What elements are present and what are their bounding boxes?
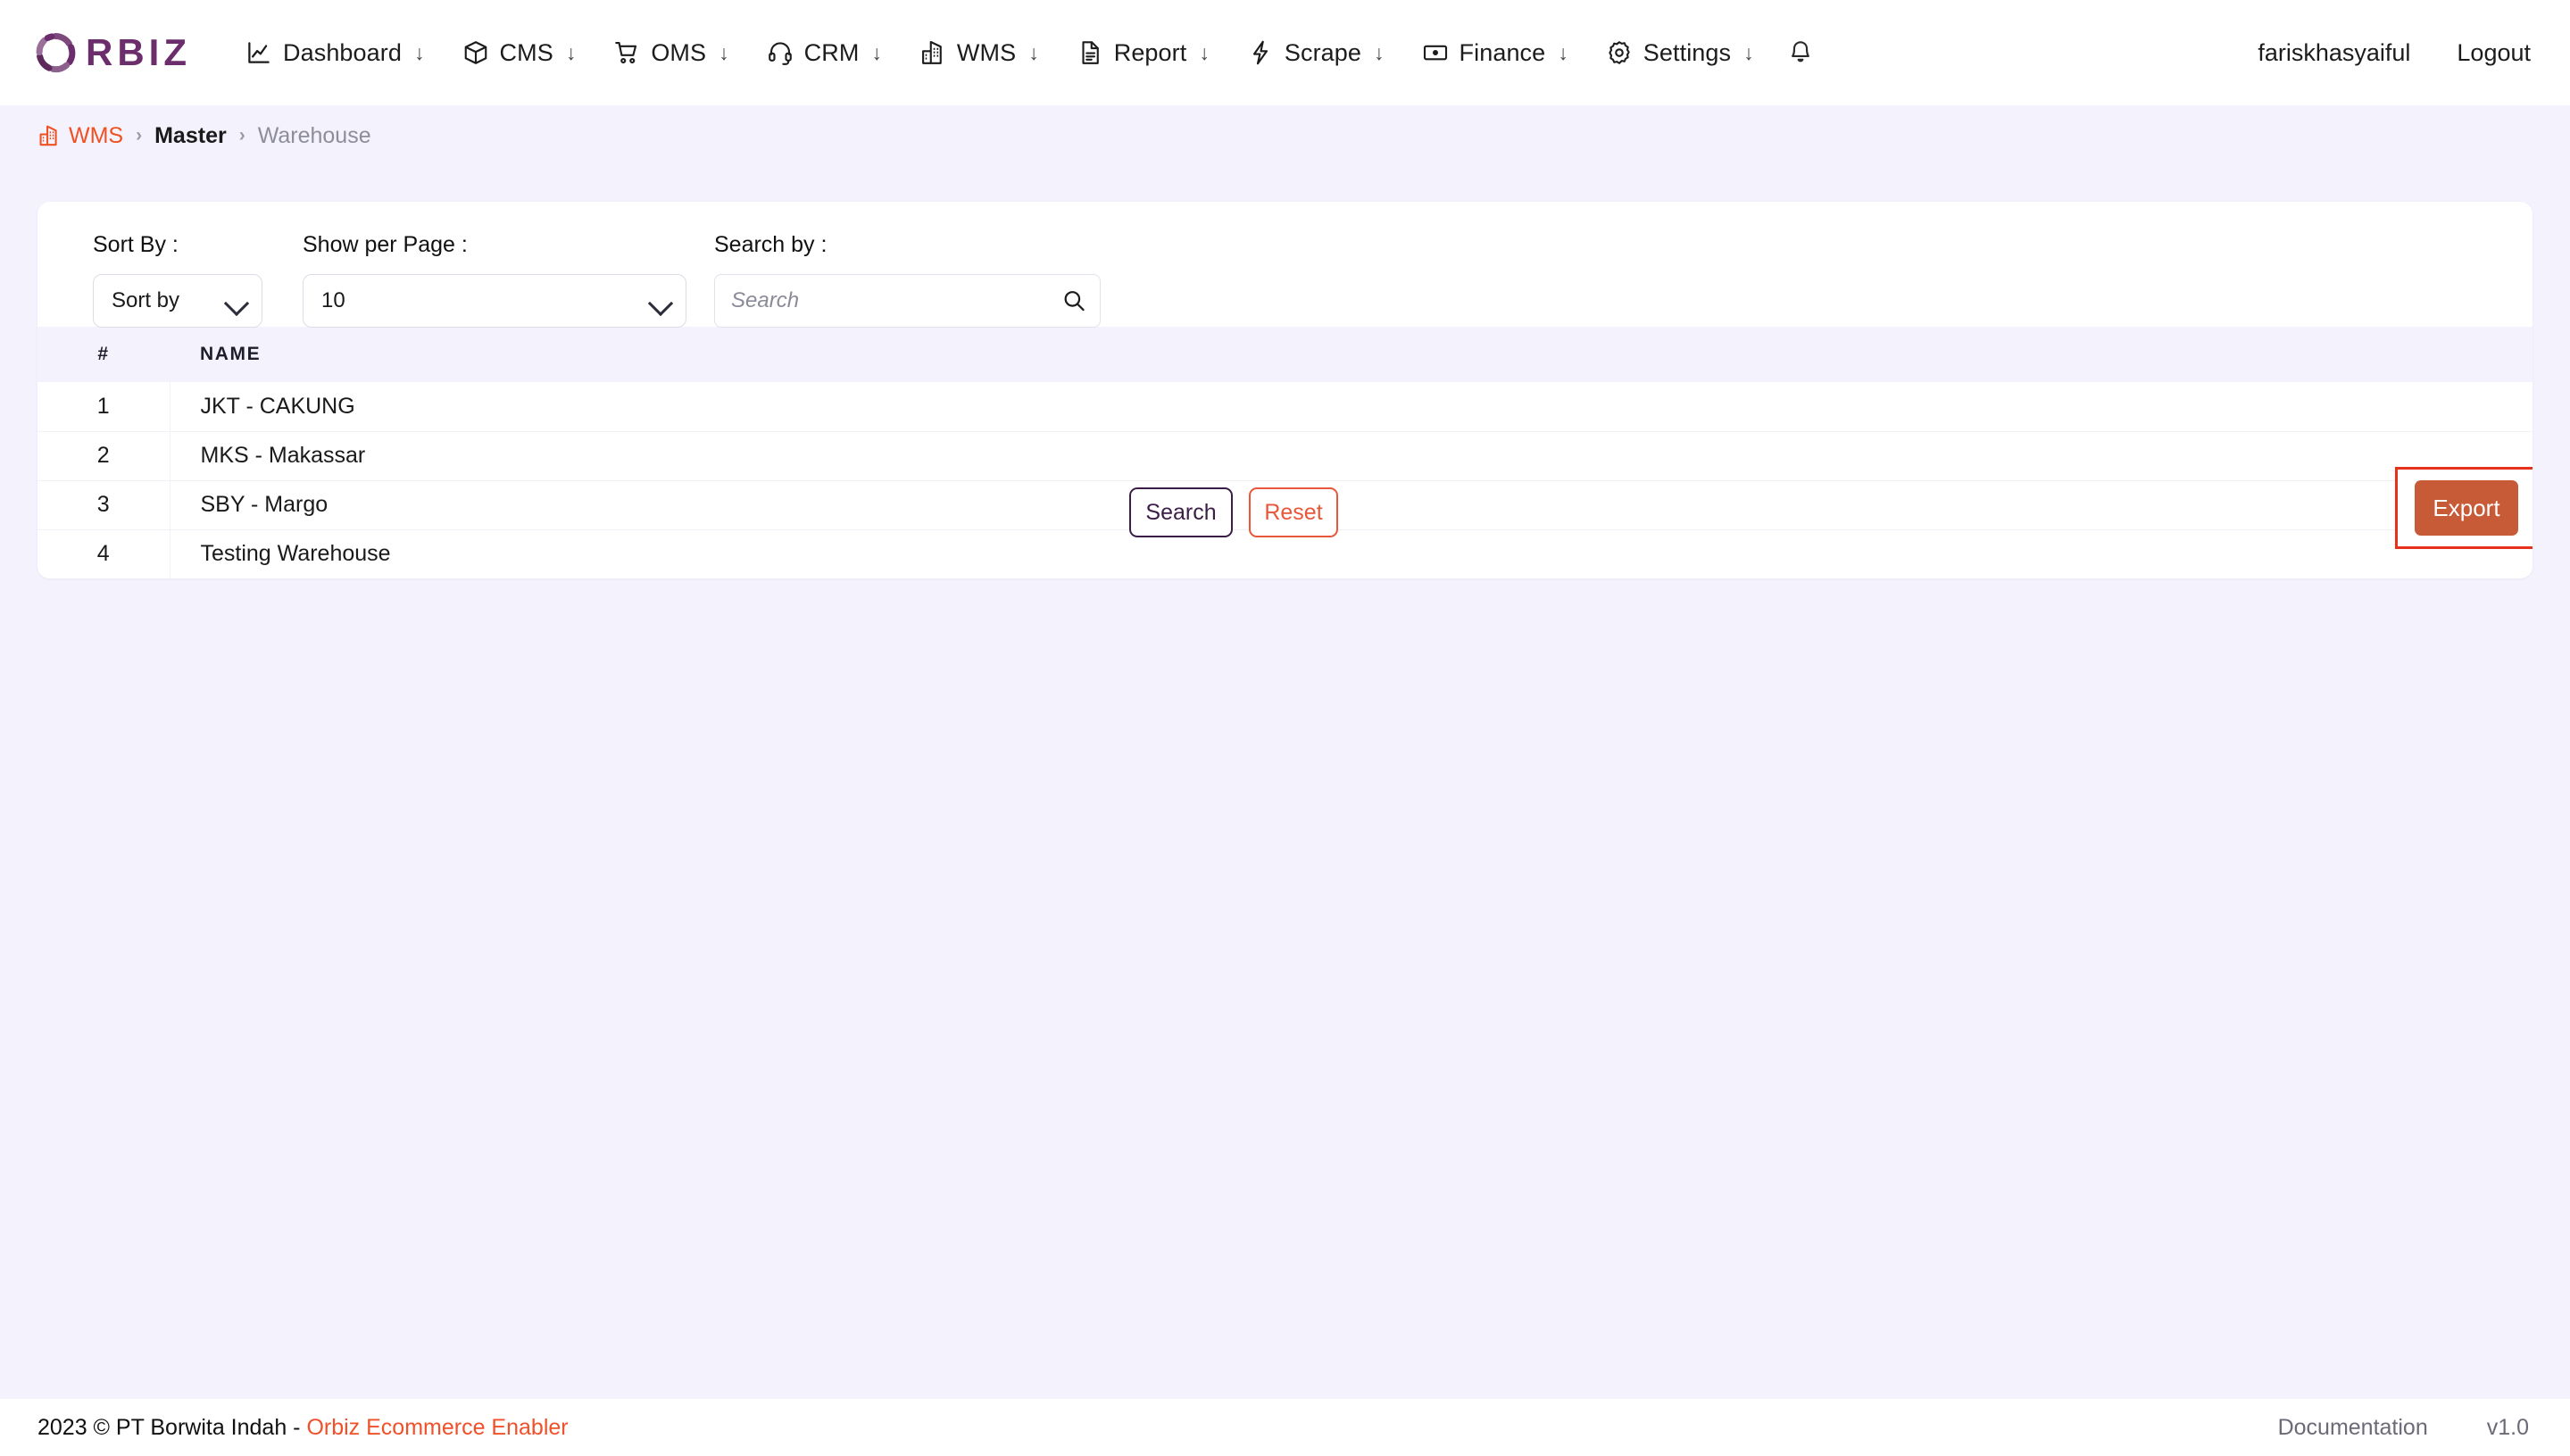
nav-item-crm[interactable]: CRM ↓ bbox=[748, 26, 901, 79]
chevron-down-icon: ↓ bbox=[1558, 40, 1568, 64]
search-input[interactable] bbox=[714, 274, 1101, 328]
nav-label: Settings bbox=[1643, 38, 1732, 66]
table-row[interactable]: 1 JKT - CAKUNG bbox=[37, 382, 2533, 432]
nav-items-container: Dashboard ↓ CMS ↓ OMS ↓ CRM ↓ WMS ↓ Repo… bbox=[227, 26, 2234, 79]
notifications-button[interactable] bbox=[1773, 39, 1828, 66]
show-per-page-select[interactable]: 10 bbox=[303, 274, 686, 328]
chevron-down-icon bbox=[647, 290, 674, 317]
nav-item-settings[interactable]: Settings ↓ bbox=[1587, 26, 1773, 79]
chevron-down-icon: ↓ bbox=[1028, 40, 1039, 64]
brand-logo[interactable]: RBIZ bbox=[34, 31, 191, 74]
show-per-page-group: Show per Page : 10 bbox=[303, 232, 686, 328]
cell-name: JKT - CAKUNG bbox=[170, 382, 2533, 432]
show-per-page-label: Show per Page : bbox=[303, 232, 468, 257]
breadcrumb-item-master[interactable]: Master bbox=[154, 123, 227, 149]
orbiz-ring-logo-icon bbox=[36, 33, 76, 73]
breadcrumb-separator: › bbox=[238, 125, 245, 146]
package-box-icon bbox=[464, 41, 487, 64]
cell-number: 2 bbox=[37, 431, 171, 481]
cell-name: Testing Warehouse bbox=[170, 529, 2533, 578]
filter-toolbar: Sort By : Sort by Show per Page : 10 Sea… bbox=[37, 202, 2533, 549]
search-by-group: Search by : bbox=[714, 232, 1101, 328]
footer-documentation-link[interactable]: Documentation bbox=[2278, 1415, 2428, 1441]
warehouse-table: # NAME 1 JKT - CAKUNG 2 MKS - Makassar 3… bbox=[37, 327, 2533, 578]
page-footer: 2023 © PT Borwita Indah - Orbiz Ecommerc… bbox=[0, 1399, 2570, 1456]
nav-label: OMS bbox=[651, 38, 707, 66]
reset-button[interactable]: Reset bbox=[1249, 487, 1338, 537]
footer-right-group: Documentation v1.0 bbox=[2278, 1415, 2529, 1441]
chevron-down-icon: ↓ bbox=[719, 40, 729, 64]
footer-version: v1.0 bbox=[2486, 1414, 2529, 1440]
user-account-menu[interactable]: fariskhasyaiful bbox=[2234, 39, 2433, 67]
cell-number: 4 bbox=[37, 529, 171, 578]
warehouse-buildings-icon bbox=[39, 125, 57, 146]
nav-label: Report bbox=[1113, 38, 1187, 66]
footer-company-link[interactable]: Orbiz Ecommerce Enabler bbox=[306, 1415, 568, 1440]
bell-icon bbox=[1791, 41, 1809, 62]
footer-copyright: 2023 © PT Borwita Indah - Orbiz Ecommerc… bbox=[37, 1415, 569, 1441]
chevron-down-icon: ↓ bbox=[1743, 40, 1754, 64]
warehouse-buildings-icon bbox=[921, 40, 942, 64]
nav-label: Finance bbox=[1459, 38, 1546, 66]
table-row[interactable]: 2 MKS - Makassar bbox=[37, 431, 2533, 481]
search-button[interactable]: Search bbox=[1129, 487, 1233, 537]
cell-name: MKS - Makassar bbox=[170, 431, 2533, 481]
gear-icon bbox=[1609, 41, 1630, 64]
shopping-cart-icon bbox=[615, 41, 637, 64]
chevron-down-icon: ↓ bbox=[1374, 40, 1385, 64]
sort-by-value: Sort by bbox=[112, 288, 180, 312]
nav-item-report[interactable]: Report ↓ bbox=[1058, 26, 1228, 79]
nav-item-cms[interactable]: CMS ↓ bbox=[444, 26, 595, 79]
footer-copyright-text: 2023 © PT Borwita Indah - bbox=[37, 1414, 307, 1440]
headset-icon bbox=[768, 42, 792, 65]
search-input-wrapper bbox=[714, 274, 1101, 328]
show-per-page-value: 10 bbox=[321, 288, 345, 312]
cell-number: 1 bbox=[37, 382, 171, 432]
search-by-label: Search by : bbox=[714, 232, 828, 257]
breadcrumb-home-label: WMS bbox=[69, 122, 124, 148]
sort-by-select[interactable]: Sort by bbox=[93, 274, 262, 328]
nav-item-dashboard[interactable]: Dashboard ↓ bbox=[227, 26, 444, 79]
document-text-icon bbox=[1082, 41, 1099, 64]
nav-label: CRM bbox=[803, 38, 860, 66]
breadcrumb-item-wms[interactable]: WMS bbox=[37, 123, 123, 149]
table-body: 1 JKT - CAKUNG 2 MKS - Makassar 3 SBY - … bbox=[37, 382, 2533, 578]
table-header-row: # NAME bbox=[37, 327, 2533, 382]
sort-by-label: Sort By : bbox=[93, 232, 179, 257]
chevron-down-icon: ↓ bbox=[565, 40, 577, 64]
banknote-icon bbox=[1423, 45, 1447, 61]
export-highlight-box: Export bbox=[2395, 467, 2533, 549]
nav-item-scrape[interactable]: Scrape ↓ bbox=[1228, 26, 1403, 79]
nav-item-finance[interactable]: Finance ↓ bbox=[1403, 26, 1587, 79]
logout-button[interactable]: Logout bbox=[2433, 39, 2540, 67]
nav-label: WMS bbox=[956, 38, 1017, 66]
breadcrumb: WMS › Master › Warehouse bbox=[0, 105, 2570, 166]
nav-label: Scrape bbox=[1284, 38, 1362, 66]
chevron-down-icon: ↓ bbox=[414, 40, 425, 64]
breadcrumb-separator: › bbox=[136, 125, 143, 146]
lightning-bolt-icon bbox=[1252, 40, 1268, 65]
nav-label: CMS bbox=[499, 38, 553, 66]
cell-name: SBY - Margo bbox=[170, 480, 2533, 530]
column-header-name: NAME bbox=[170, 327, 2533, 382]
nav-item-wms[interactable]: WMS ↓ bbox=[901, 26, 1058, 79]
nav-label: Dashboard bbox=[283, 38, 402, 66]
chevron-down-icon bbox=[223, 290, 250, 317]
table-header: # NAME bbox=[37, 327, 2533, 382]
sort-by-group: Sort By : Sort by bbox=[93, 232, 262, 328]
warehouse-list-card: Sort By : Sort by Show per Page : 10 Sea… bbox=[37, 202, 2533, 578]
export-button[interactable]: Export bbox=[2415, 480, 2518, 536]
chevron-down-icon: ↓ bbox=[1199, 40, 1210, 64]
nav-item-oms[interactable]: OMS ↓ bbox=[595, 26, 747, 79]
cell-number: 3 bbox=[37, 480, 171, 530]
top-navigation-bar: RBIZ Dashboard ↓ CMS ↓ OMS ↓ CRM ↓ WMS ↓… bbox=[0, 0, 2570, 105]
breadcrumb-current-warehouse: Warehouse bbox=[257, 122, 371, 148]
brand-name: RBIZ bbox=[86, 31, 191, 73]
chevron-down-icon: ↓ bbox=[871, 40, 882, 64]
column-header-number: # bbox=[37, 327, 170, 382]
chart-line-icon bbox=[248, 42, 270, 63]
